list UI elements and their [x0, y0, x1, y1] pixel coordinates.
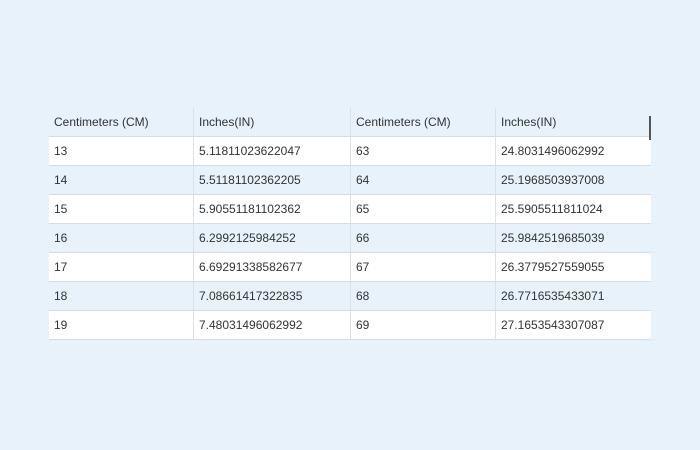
scrollbar-thumb[interactable] [649, 116, 651, 140]
table-grid: Centimeters (CM) Inches(IN) Centimeters … [49, 108, 651, 340]
cell-cm: 69 [351, 311, 496, 340]
conversion-table: Centimeters (CM) Inches(IN) Centimeters … [49, 108, 651, 341]
cell-cm: 19 [49, 311, 194, 340]
cell-in: 24.8031496062992 [496, 137, 651, 166]
header-inches: Inches(IN) [194, 108, 351, 137]
cell-cm: 15 [49, 195, 194, 224]
cell-cm: 68 [351, 282, 496, 311]
cell-cm: 16 [49, 224, 194, 253]
cell-in: 6.69291338582677 [194, 253, 351, 282]
cell-in: 25.5905511811024 [496, 195, 651, 224]
cell-in: 26.7716535433071 [496, 282, 651, 311]
cell-in: 27.1653543307087 [496, 311, 651, 340]
cell-in: 7.08661417322835 [194, 282, 351, 311]
cell-in: 5.51181102362205 [194, 166, 351, 195]
header-inches-2: Inches(IN) [496, 108, 651, 137]
cell-cm: 64 [351, 166, 496, 195]
cell-in: 5.90551181102362 [194, 195, 351, 224]
cell-cm: 17 [49, 253, 194, 282]
cell-cm: 14 [49, 166, 194, 195]
cell-in: 25.9842519685039 [496, 224, 651, 253]
cell-cm: 63 [351, 137, 496, 166]
cell-in: 26.3779527559055 [496, 253, 651, 282]
cell-cm: 67 [351, 253, 496, 282]
header-centimeters: Centimeters (CM) [49, 108, 194, 137]
cell-cm: 66 [351, 224, 496, 253]
cell-in: 7.48031496062992 [194, 311, 351, 340]
cell-in: 5.11811023622047 [194, 137, 351, 166]
cell-cm: 65 [351, 195, 496, 224]
header-centimeters-2: Centimeters (CM) [351, 108, 496, 137]
cell-in: 6.2992125984252 [194, 224, 351, 253]
cell-in: 25.1968503937008 [496, 166, 651, 195]
cell-cm: 13 [49, 137, 194, 166]
cell-cm: 18 [49, 282, 194, 311]
